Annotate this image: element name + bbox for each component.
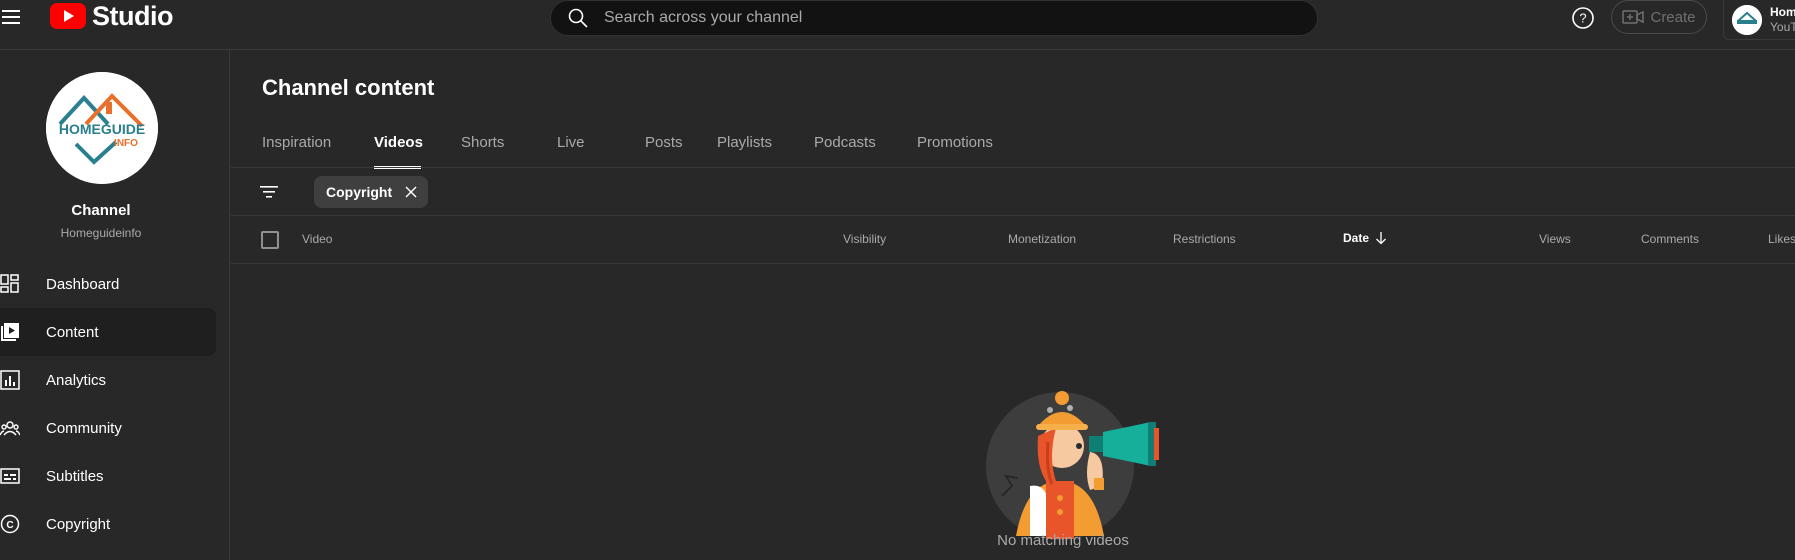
- account-subtitle: YouTube: [1770, 19, 1795, 34]
- tab-podcasts[interactable]: Podcasts: [814, 134, 917, 168]
- table-header: Video Visibility Monetization Restrictio…: [231, 216, 1795, 264]
- sidebar-item-label: Community: [46, 419, 122, 437]
- page-title: Channel content: [262, 75, 435, 100]
- search-input[interactable]: [604, 9, 1317, 27]
- account-name: Homeguideinfo: [1770, 4, 1795, 19]
- arrow-down-icon: [1376, 232, 1386, 245]
- column-likes[interactable]: Likes (vs. dislikes): [1768, 232, 1795, 246]
- analytics-icon: [0, 370, 20, 390]
- sidebar-nav: Dashboard Content Analytics Community Su…: [0, 260, 216, 548]
- logo-text-main: HOMEGUIDE: [59, 121, 145, 137]
- sidebar-item-label: Analytics: [46, 371, 107, 389]
- column-date[interactable]: Date: [1343, 231, 1387, 245]
- sidebar-item-label: Content: [46, 323, 99, 341]
- create-button[interactable]: Create: [1611, 0, 1707, 34]
- tab-live[interactable]: Live: [557, 134, 641, 168]
- close-icon[interactable]: [404, 185, 418, 199]
- studio-logo-text: Studio: [92, 0, 173, 31]
- top-bar: Studio ? Create Homeguideinfo: [0, 0, 1795, 50]
- column-video[interactable]: Video: [302, 232, 332, 246]
- tab-promotions[interactable]: Promotions: [917, 134, 1037, 168]
- search-bar[interactable]: [550, 0, 1318, 36]
- column-visibility[interactable]: Visibility: [843, 232, 886, 246]
- search-icon[interactable]: [566, 6, 590, 30]
- sidebar-item-label: Copyright: [46, 515, 111, 533]
- column-restrictions[interactable]: Restrictions: [1173, 232, 1236, 246]
- column-date-label: Date: [1343, 231, 1370, 245]
- sidebar-item-subtitles[interactable]: Subtitles: [0, 452, 216, 500]
- channel-avatar[interactable]: HOMEGUIDE INFO: [46, 72, 158, 184]
- content-tabs: Inspiration Videos Shorts Live Posts Pla…: [262, 134, 1037, 169]
- select-all-checkbox[interactable]: [261, 231, 279, 249]
- column-monetization[interactable]: Monetization: [1008, 232, 1076, 246]
- create-button-label: Create: [1650, 8, 1696, 26]
- filter-bar: Copyright: [231, 168, 1795, 216]
- empty-state-message: No matching videos: [997, 532, 1129, 549]
- community-icon: [0, 421, 20, 436]
- account-avatar: [1732, 4, 1762, 35]
- help-icon[interactable]: ?: [1571, 6, 1595, 30]
- tab-shorts[interactable]: Shorts: [461, 134, 557, 168]
- create-video-icon: [1622, 10, 1645, 24]
- sidebar: HOMEGUIDE INFO Channel Homeguideinfo Das…: [0, 50, 230, 560]
- filter-icon[interactable]: [259, 182, 279, 202]
- dashboard-icon: [0, 274, 19, 293]
- homeguide-logo-icon: HOMEGUIDE INFO: [46, 72, 158, 184]
- account-switcher[interactable]: Homeguideinfo YouTube: [1723, 0, 1795, 40]
- channel-label: Channel: [71, 202, 131, 219]
- studio-logo[interactable]: Studio: [50, 0, 173, 31]
- homeguide-logo-icon: [1732, 4, 1762, 35]
- binoculars-explorer-illustration: [986, 391, 1159, 540]
- tab-playlists[interactable]: Playlists: [717, 134, 814, 168]
- main-content: Channel content Inspiration Videos Short…: [231, 50, 1795, 560]
- sidebar-item-label: Subtitles: [46, 467, 104, 485]
- sidebar-item-copyright[interactable]: C Copyright: [0, 500, 216, 548]
- filter-chip-label: Copyright: [326, 184, 393, 200]
- column-comments[interactable]: Comments: [1641, 232, 1699, 246]
- copyright-icon: C: [0, 514, 20, 534]
- empty-state: No matching videos: [231, 264, 1795, 560]
- svg-text:C: C: [6, 520, 13, 531]
- sidebar-item-content[interactable]: Content: [0, 308, 216, 356]
- menu-icon[interactable]: [0, 6, 26, 28]
- channel-handle: Homeguideinfo: [60, 226, 142, 240]
- youtube-logo-icon: [50, 3, 86, 29]
- sidebar-item-analytics[interactable]: Analytics: [0, 356, 216, 404]
- sidebar-item-dashboard[interactable]: Dashboard: [0, 260, 216, 308]
- logo-text-sub: INFO: [114, 138, 138, 149]
- subtitles-icon: [0, 468, 20, 484]
- tab-posts[interactable]: Posts: [645, 134, 709, 168]
- sidebar-item-community[interactable]: Community: [0, 404, 216, 452]
- content-icon: [1, 323, 19, 341]
- filter-chip-copyright[interactable]: Copyright: [314, 176, 429, 208]
- svg-text:?: ?: [1579, 11, 1586, 26]
- column-views[interactable]: Views: [1539, 232, 1571, 246]
- sidebar-item-label: Dashboard: [46, 275, 120, 293]
- tab-inspiration[interactable]: Inspiration: [262, 134, 374, 168]
- tab-videos[interactable]: Videos: [374, 134, 423, 169]
